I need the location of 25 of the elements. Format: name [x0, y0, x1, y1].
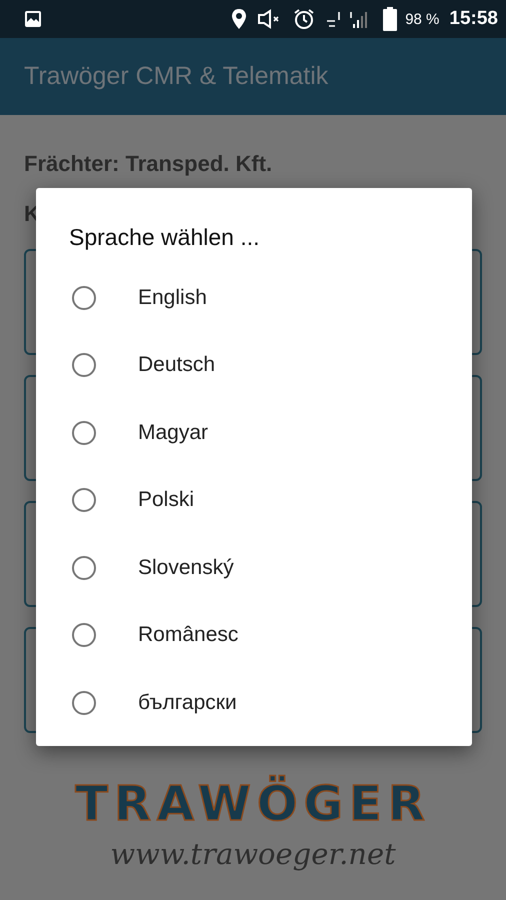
- dialog-title: Sprache wählen ...: [69, 224, 261, 250]
- clock: 15:58: [449, 8, 498, 30]
- radio-button[interactable]: [72, 420, 96, 445]
- radio-button[interactable]: [72, 488, 96, 512]
- language-option[interactable]: български: [36, 669, 472, 736]
- language-option[interactable]: Magyar: [36, 399, 472, 466]
- logo-url: www.trawoeger.net: [110, 837, 396, 872]
- battery-text: 98 %: [405, 10, 440, 28]
- location-icon: [231, 8, 248, 30]
- language-option[interactable]: Românesc: [36, 602, 472, 669]
- radio-button[interactable]: [72, 286, 96, 310]
- battery-icon: [383, 7, 398, 31]
- language-option[interactable]: Deutsch: [36, 332, 472, 399]
- radio-button[interactable]: [72, 353, 96, 378]
- alarm-icon: [293, 8, 316, 30]
- radio-button[interactable]: [72, 623, 96, 648]
- language-option[interactable]: English: [36, 264, 472, 332]
- carrier-label: Frächter: Transped. Kft.: [24, 151, 274, 178]
- radio-button[interactable]: [72, 556, 96, 580]
- radio-button[interactable]: [72, 690, 96, 715]
- image-icon: [24, 10, 42, 28]
- language-option[interactable]: Polski: [36, 466, 472, 534]
- language-option[interactable]: Slovenský: [36, 534, 472, 602]
- app-title: Trawöger CMR & Telematik: [24, 62, 328, 91]
- logo-text: TRAWÖGER: [74, 774, 432, 834]
